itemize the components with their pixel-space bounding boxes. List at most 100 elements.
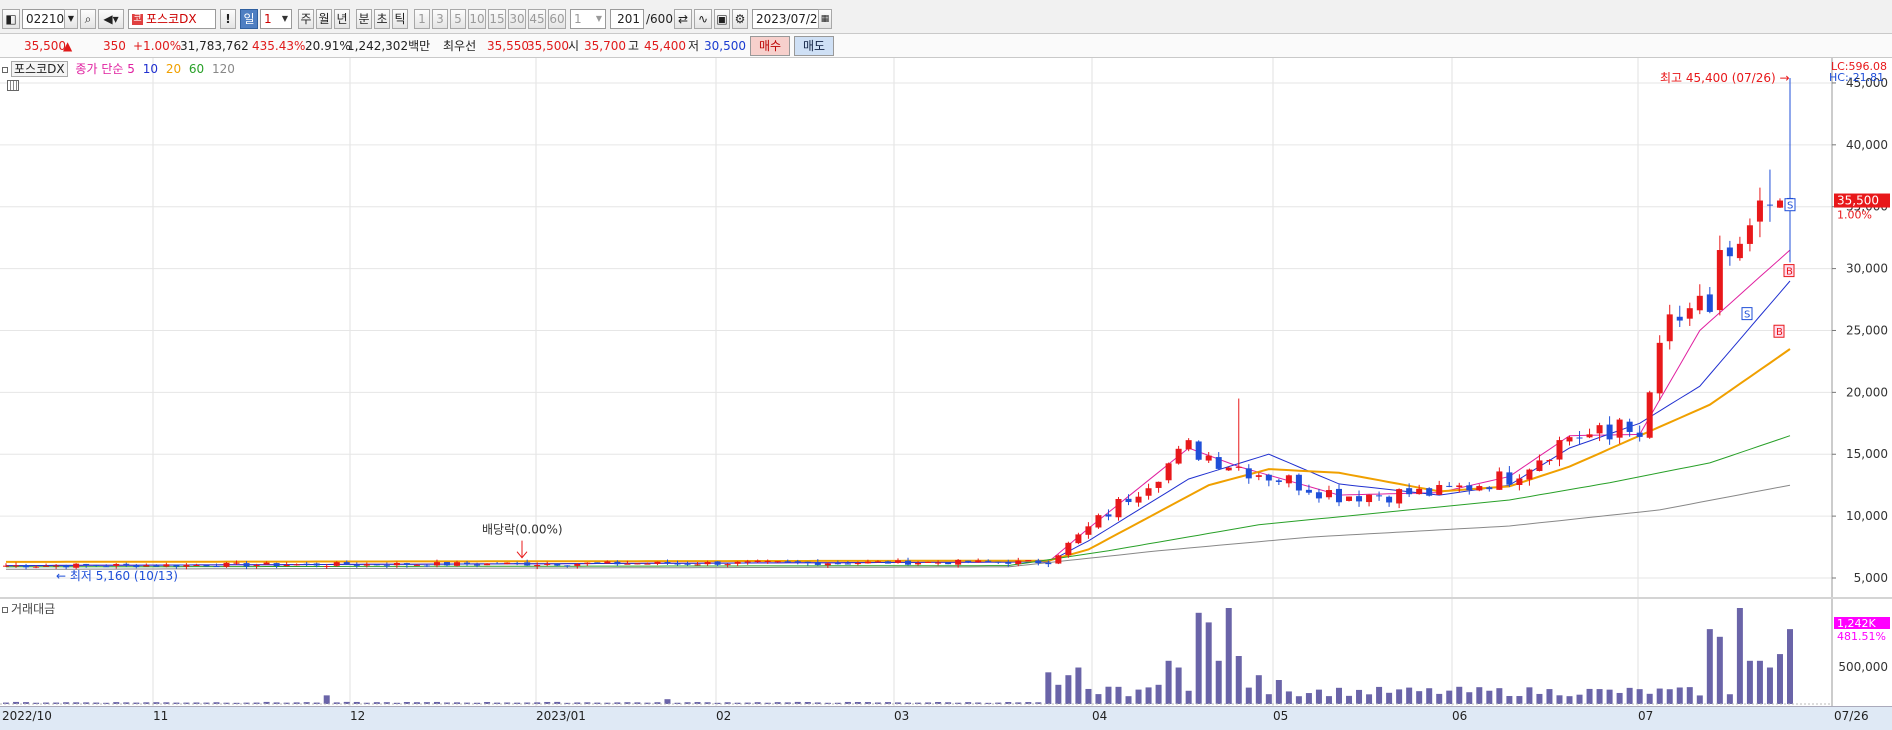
screen-menu-icon[interactable]: ◧ bbox=[2, 9, 20, 29]
x-tick-label: 05 bbox=[1273, 709, 1289, 723]
volume-bar bbox=[1476, 687, 1483, 704]
legend-ma20: 20 bbox=[165, 62, 182, 76]
period-count-field[interactable]: 1 ▼ bbox=[260, 9, 292, 29]
candle-body bbox=[1386, 496, 1393, 503]
save-icon[interactable]: ▣ bbox=[714, 9, 730, 29]
volume-bar bbox=[1376, 686, 1383, 704]
code-dropdown-icon[interactable]: ▼ bbox=[64, 9, 78, 29]
candle-body bbox=[985, 560, 992, 562]
minute-45-button[interactable]: 45 bbox=[528, 9, 546, 29]
volume-bar bbox=[1225, 608, 1232, 704]
candle-body bbox=[1035, 560, 1042, 564]
stock-type-icon: 코 bbox=[132, 14, 143, 25]
minute-15-button[interactable]: 15 bbox=[488, 9, 506, 29]
buy-signal-label: B bbox=[1776, 327, 1783, 338]
candle-body bbox=[1416, 488, 1423, 495]
candle-body bbox=[43, 565, 50, 567]
candle-body bbox=[704, 562, 711, 565]
period-year-tab[interactable]: 년 bbox=[334, 9, 350, 29]
volume-bar bbox=[1746, 660, 1753, 704]
candle-body bbox=[864, 561, 871, 564]
x-tick-label: 02 bbox=[716, 709, 732, 723]
minute-10-button[interactable]: 10 bbox=[468, 9, 486, 29]
candle-body bbox=[524, 562, 531, 566]
volume-bar bbox=[1486, 690, 1493, 704]
candle-body bbox=[624, 563, 631, 565]
volume-bar bbox=[1285, 691, 1292, 704]
candle-body bbox=[103, 566, 110, 568]
info-button[interactable]: ! bbox=[220, 9, 236, 29]
period-second-tab[interactable]: 초 bbox=[374, 9, 390, 29]
volume-bar bbox=[1115, 686, 1122, 704]
gear-icon[interactable]: ⚙ bbox=[732, 9, 748, 29]
minute-1-button[interactable]: 1 bbox=[414, 9, 430, 29]
legend-stock-name: 포스코DX bbox=[11, 61, 68, 77]
volume-pct-label: 481.51% bbox=[1837, 630, 1886, 643]
price-tick-label: 15,000 bbox=[1846, 447, 1888, 461]
x-tick-label: 12 bbox=[350, 709, 366, 723]
candle-body bbox=[634, 563, 641, 565]
period-week-tab[interactable]: 주 bbox=[298, 9, 314, 29]
indicator-icon[interactable] bbox=[7, 80, 19, 91]
candle-body bbox=[313, 563, 320, 566]
volume-bar bbox=[1456, 686, 1463, 704]
stock-name-field[interactable]: 코 포스코DX bbox=[128, 9, 216, 29]
candle-body bbox=[744, 561, 751, 563]
period-day-tab[interactable]: 일 bbox=[240, 9, 258, 29]
candle-body bbox=[323, 565, 330, 567]
candle-body bbox=[1356, 496, 1363, 502]
candle-body bbox=[413, 564, 420, 566]
candle-body bbox=[1606, 424, 1613, 440]
stock-chart[interactable]: 500,000 45,00040,00035,00030,00025,00020… bbox=[0, 58, 1892, 708]
candle-body bbox=[1626, 421, 1633, 432]
candle-body bbox=[153, 565, 160, 567]
minute-30-button[interactable]: 30 bbox=[508, 9, 526, 29]
data-count-input[interactable]: 201 bbox=[610, 9, 644, 29]
candle-body bbox=[123, 563, 130, 565]
candle-body bbox=[1366, 494, 1373, 503]
line-tool-icon[interactable]: ∿ bbox=[694, 9, 712, 29]
candle-body bbox=[1255, 475, 1262, 477]
buy-button[interactable]: 매수 bbox=[750, 36, 790, 56]
volume-bar bbox=[1696, 695, 1703, 704]
minute-3-button[interactable]: 3 bbox=[432, 9, 448, 29]
minute-5-button[interactable]: 5 bbox=[450, 9, 466, 29]
candle-body bbox=[1586, 434, 1593, 438]
candle-body bbox=[884, 561, 891, 564]
candle-body bbox=[423, 565, 430, 567]
stock-name-value: 포스코DX bbox=[146, 12, 197, 26]
candle-body bbox=[584, 562, 591, 564]
candle-body bbox=[1716, 250, 1723, 311]
candle-body bbox=[1015, 560, 1022, 565]
open-price: 35,700 bbox=[584, 39, 626, 53]
volume-bar bbox=[1386, 692, 1393, 704]
x-tick-label: 2022/10 bbox=[2, 709, 52, 723]
candle-body bbox=[173, 564, 180, 567]
volume-bar bbox=[1756, 660, 1763, 704]
period-minute-tab[interactable]: 분 bbox=[356, 9, 372, 29]
volume-bar bbox=[1135, 689, 1142, 704]
candle-body bbox=[754, 560, 761, 563]
volume-bar bbox=[1616, 692, 1623, 704]
price-tick-label: 40,000 bbox=[1846, 138, 1888, 152]
candle-body bbox=[1706, 294, 1713, 312]
candle-body bbox=[1676, 316, 1683, 321]
candle-body bbox=[804, 561, 811, 563]
speaker-icon[interactable]: ◀▾ bbox=[98, 9, 124, 29]
hc-label: HC:-21.81 bbox=[1829, 71, 1884, 84]
period-tick-tab[interactable]: 틱 bbox=[392, 9, 408, 29]
unit-field[interactable]: 1 ▼ bbox=[570, 9, 606, 29]
search-icon[interactable]: ⌕ bbox=[80, 9, 96, 29]
period-month-tab[interactable]: 월 bbox=[316, 9, 332, 29]
calendar-icon[interactable]: ▦ bbox=[818, 9, 832, 29]
candle-body bbox=[113, 563, 120, 566]
volume-bar bbox=[1215, 660, 1222, 704]
time-axis[interactable] bbox=[0, 706, 1892, 730]
legend-ma-label: 종가 단순 bbox=[75, 62, 124, 76]
price-tick-label: 25,000 bbox=[1846, 323, 1888, 337]
sell-button[interactable]: 매도 bbox=[794, 36, 834, 56]
chart-tool-icon[interactable]: ⇄ bbox=[674, 9, 692, 29]
candle-body bbox=[1646, 392, 1653, 438]
minute-60-button[interactable]: 60 bbox=[548, 9, 566, 29]
panel-divider[interactable] bbox=[0, 597, 1892, 599]
